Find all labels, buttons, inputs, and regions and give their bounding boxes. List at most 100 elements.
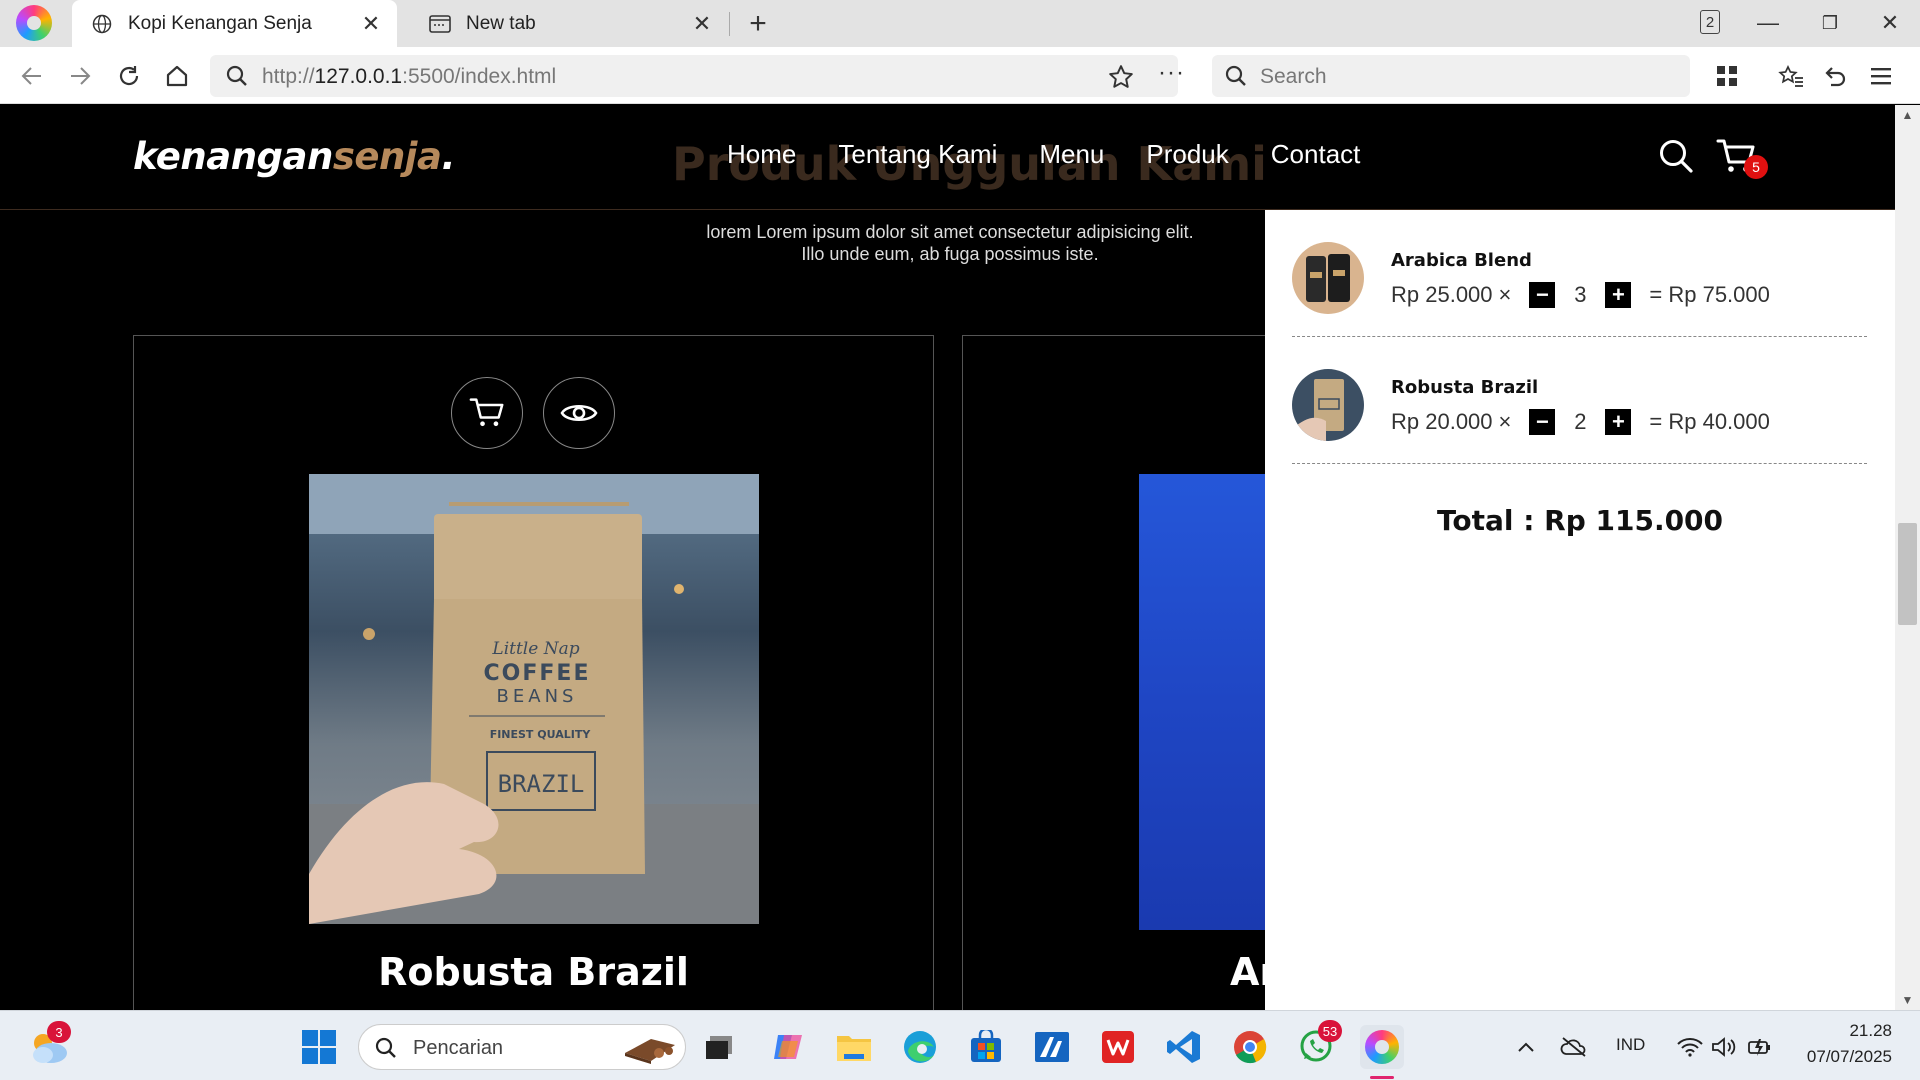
arrow-left-icon [21, 67, 41, 85]
language-indicator[interactable]: IND [1616, 1035, 1645, 1055]
browser-logo-icon[interactable] [16, 5, 52, 41]
cart-item-name: Arabica Blend [1391, 250, 1532, 271]
battery-status[interactable] [1738, 1025, 1782, 1069]
search-icon [375, 1037, 396, 1058]
nav-link-contact[interactable]: Contact [1271, 139, 1361, 170]
windows-logo-icon [302, 1030, 336, 1064]
cart-item-price: Rp 20.000 [1391, 409, 1493, 434]
edge-icon [904, 1031, 936, 1063]
task-view-button[interactable] [697, 1025, 741, 1069]
active-app-indicator [1370, 1076, 1394, 1079]
url-text: http://127.0.0.1:5500/index.html [262, 65, 557, 88]
favorites-button[interactable] [1772, 57, 1810, 95]
reload-icon [119, 66, 139, 86]
apps-grid-button[interactable] [1708, 57, 1746, 95]
undo-button[interactable] [1816, 57, 1854, 95]
scroll-up-arrow-icon[interactable]: ▲ [1895, 105, 1920, 125]
minimize-button[interactable]: — [1748, 6, 1788, 40]
wps-office-app[interactable] [1096, 1025, 1140, 1069]
decrease-qty-button[interactable]: − [1529, 409, 1556, 435]
chrome-app[interactable] [1228, 1025, 1272, 1069]
forward-button[interactable] [61, 57, 99, 95]
add-to-cart-button[interactable] [451, 377, 523, 449]
clock-date[interactable]: 07/07/2025 [1796, 1047, 1892, 1067]
eye-icon [560, 404, 598, 422]
undo-icon [1825, 67, 1846, 87]
bag-line1-text: COFFEE [484, 661, 591, 686]
search-icon[interactable] [1658, 138, 1694, 174]
nav-link-produk[interactable]: Produk [1146, 139, 1228, 170]
battery-charging-icon [1748, 1039, 1770, 1056]
close-window-button[interactable]: ✕ [1870, 6, 1910, 40]
hamburger-icon [1871, 68, 1891, 85]
search-icon [226, 65, 247, 86]
vscode-icon [1167, 1031, 1200, 1063]
task-view-icon [706, 1036, 732, 1059]
search-icon [1225, 65, 1246, 86]
decrease-qty-button[interactable]: − [1529, 282, 1556, 308]
view-detail-button[interactable] [543, 377, 615, 449]
close-tab-icon[interactable]: ✕ [357, 10, 385, 38]
cart-icon [469, 398, 504, 427]
windows-taskbar: 3 Pencarian 53 IND 21.28 07/07/2025 [0, 1010, 1920, 1080]
nav-link-home[interactable]: Home [727, 139, 796, 170]
web-search-bar[interactable]: Search [1212, 55, 1690, 97]
whatsapp-badge: 53 [1318, 1020, 1342, 1042]
close-tab-icon[interactable]: ✕ [688, 10, 716, 38]
increase-qty-button[interactable]: + [1605, 409, 1632, 435]
nav-link-tentang-kami[interactable]: Tentang Kami [838, 139, 997, 170]
home-button[interactable] [158, 57, 196, 95]
nav-link-menu[interactable]: Menu [1039, 139, 1104, 170]
clock-time[interactable]: 21.28 [1826, 1021, 1892, 1041]
tab-separator [729, 12, 730, 36]
back-button[interactable] [13, 57, 51, 95]
app-blue-icon [1035, 1032, 1069, 1062]
taskbar-search[interactable]: Pencarian [358, 1024, 686, 1070]
bag-line2-text: BEANS [497, 686, 578, 707]
scroll-down-arrow-icon[interactable]: ▼ [1895, 990, 1920, 1010]
edge-app[interactable] [898, 1025, 942, 1069]
site-logo[interactable]: kenangansenja. [133, 135, 455, 178]
cart-item-image [1292, 242, 1364, 314]
file-explorer-app[interactable] [832, 1025, 876, 1069]
folder-icon [837, 1036, 871, 1061]
page-viewport: Produk Unggulan Kami kenangansenja. Home… [0, 105, 1895, 1010]
page-scrollbar[interactable]: ▲ ▼ [1895, 105, 1920, 1010]
microsoft-store-app[interactable] [964, 1025, 1008, 1069]
search-placeholder: Search [1260, 65, 1327, 88]
shopping-cart-panel: Arabica Blend Rp 25.000 × − 3 + = Rp 75.… [1265, 210, 1895, 1010]
address-bar[interactable]: http://127.0.0.1:5500/index.html ··· [210, 55, 1184, 97]
chevron-up-icon [1518, 1042, 1534, 1052]
copilot-app[interactable] [766, 1025, 810, 1069]
bag-brand-text: Little Nap [491, 639, 579, 659]
product-image: Little Nap COFFEE BEANS FINEST QUALITY B… [309, 474, 759, 924]
cart-item-price: Rp 25.000 [1391, 282, 1493, 307]
taskbar-search-placeholder: Pencarian [413, 1037, 504, 1059]
increase-qty-button[interactable]: + [1605, 282, 1632, 308]
active-browser-app[interactable] [1360, 1025, 1404, 1069]
star-icon [1109, 65, 1133, 88]
scrollbar-thumb[interactable] [1898, 523, 1917, 625]
mail-app[interactable] [1030, 1025, 1074, 1069]
cart-item-qty: 3 [1574, 282, 1587, 307]
globe-icon [90, 12, 114, 36]
tab-kopi-kenangan-senja[interactable]: Kopi Kenangan Senja ✕ [72, 0, 397, 47]
cart-item-name: Robusta Brazil [1391, 377, 1539, 398]
tab-count-button[interactable]: 2 [1700, 10, 1720, 34]
chocolate-icon [625, 1039, 675, 1064]
more-dots-icon[interactable]: ··· [1158, 59, 1185, 87]
onedrive-status[interactable] [1552, 1025, 1596, 1069]
new-tab-button[interactable]: + [740, 6, 776, 42]
show-hidden-icons-button[interactable] [1504, 1025, 1548, 1069]
restore-button[interactable]: ❐ [1810, 6, 1850, 40]
reload-button[interactable] [110, 57, 148, 95]
favorites-list-icon [1778, 65, 1803, 87]
menu-button[interactable] [1862, 57, 1900, 95]
bag-quality-text: FINEST QUALITY [490, 728, 592, 741]
bag-origin-text: BRAZIL [498, 770, 585, 798]
tab-new-tab[interactable]: New tab ✕ [410, 0, 728, 47]
vscode-app[interactable] [1162, 1025, 1206, 1069]
browser-logo-icon [1365, 1030, 1399, 1064]
tab-strip: Kopi Kenangan Senja ✕ New tab ✕ + 2 — ❐ … [0, 0, 1920, 47]
start-button[interactable] [297, 1025, 341, 1069]
